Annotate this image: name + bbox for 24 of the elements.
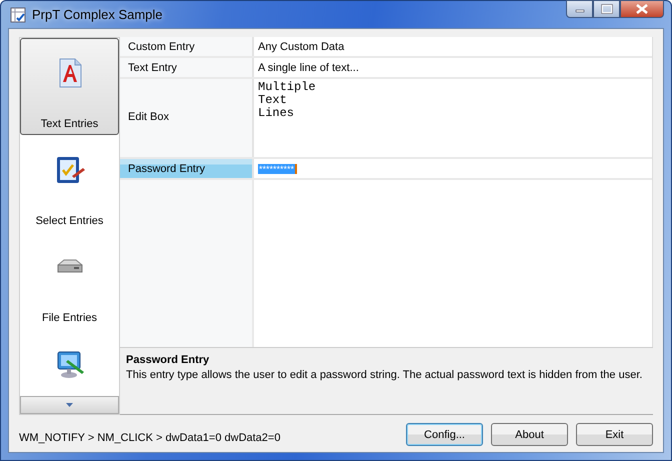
window-title: PrpT Complex Sample [32, 7, 163, 22]
dialog-button[interactable]: Exit [576, 423, 653, 446]
maximize-button[interactable] [593, 0, 620, 18]
property-value[interactable]: Any Custom Data [254, 37, 652, 56]
window-icon [10, 6, 26, 22]
minimize-button[interactable] [566, 0, 593, 18]
status-text: WM_NOTIFY > NM_CLICK > dwData1=0 dwData2=0 [19, 430, 282, 444]
dialog-button[interactable]: About [491, 423, 568, 446]
property-value[interactable]: A single line of text... [254, 58, 652, 77]
sidebar-item[interactable]: Select Entries [20, 135, 119, 232]
sidebar-item[interactable]: File Entries [20, 232, 119, 329]
property-name[interactable]: Password Entry [120, 159, 254, 178]
description-title: Password Entry [126, 354, 210, 366]
property-name[interactable]: Edit Box [120, 79, 254, 157]
sidebar-item[interactable]: Text Entries [20, 38, 119, 135]
dialog-button[interactable]: Config... [406, 423, 483, 446]
description-text: This entry type allows the user to edit a password string. The actual password text is hidden from the user. [126, 369, 644, 381]
caret-icon [66, 403, 73, 407]
property-name[interactable]: Text Entry [120, 58, 254, 77]
property-value[interactable]: Multiple Text Lines [254, 79, 652, 157]
close-icon [636, 4, 648, 14]
close-button[interactable] [620, 0, 664, 18]
maximize-icon [600, 4, 612, 14]
property-name[interactable]: Custom Entry [120, 37, 254, 56]
